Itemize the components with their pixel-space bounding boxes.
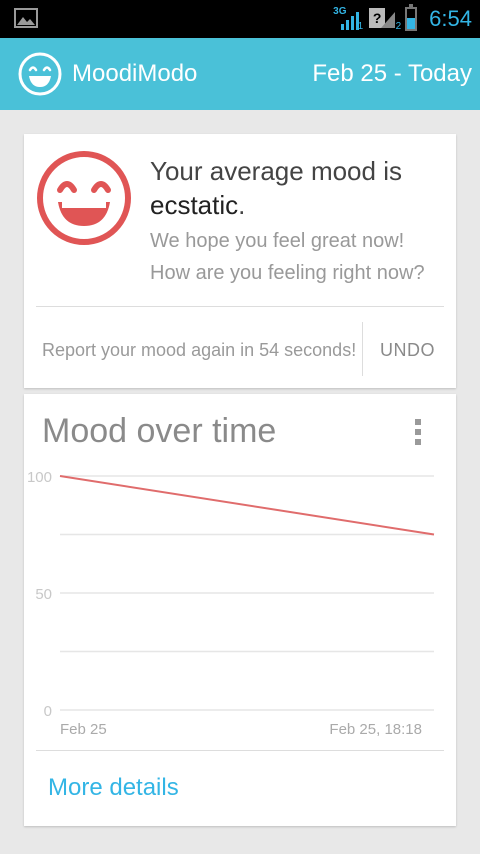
laughing-face-icon	[37, 151, 131, 245]
undo-button[interactable]: UNDO	[380, 340, 435, 361]
average-mood-value: ecstatic.	[150, 190, 245, 221]
y-tick-label: 0	[44, 703, 52, 720]
battery-icon	[405, 4, 418, 31]
y-tick-label: 50	[35, 586, 52, 603]
sim2-label: 2	[395, 21, 402, 32]
mood-line-chart: 100 50 0 Feb 25 Feb 25, 18:18	[27, 469, 435, 738]
average-mood-card: Your average mood is ecstatic. We hope y…	[24, 134, 456, 388]
x-tick-label: Feb 25	[60, 721, 107, 738]
y-tick-label: 100	[27, 469, 52, 486]
more-details-link[interactable]: More details	[48, 774, 179, 802]
smiley-face-icon[interactable]	[18, 52, 62, 96]
mood-series-line	[59, 475, 435, 536]
mood-over-time-card: Mood over time 100 50 0 Feb 25 Feb 25, 18:18…	[24, 394, 456, 826]
status-bar: 3G 1 ? 2 6:54	[0, 0, 480, 38]
sim2-no-signal-icon: ? 2	[367, 4, 401, 34]
image-notification-icon	[14, 8, 38, 28]
mood-word: ecstatic	[150, 190, 239, 220]
x-tick-label: Feb 25, 18:18	[329, 721, 422, 738]
card-divider	[36, 306, 444, 307]
average-mood-heading: Your average mood is	[150, 156, 402, 186]
mood-prompt: How are you feeling right now?	[150, 262, 425, 284]
app-bar: MoodiModo Feb 25 - Today	[0, 38, 480, 110]
app-title[interactable]: MoodiModo	[72, 60, 197, 88]
clock-time: 6:54	[429, 6, 472, 31]
card-divider	[36, 750, 444, 751]
vertical-divider	[362, 322, 363, 376]
signal-strength-icon: 3G 1	[333, 4, 363, 34]
report-countdown-text: Report your mood again in 54 seconds!	[42, 340, 357, 360]
mood-punct: .	[238, 190, 246, 220]
mood-message: We hope you feel great now!	[150, 230, 405, 252]
sim1-label: 1	[357, 21, 364, 32]
date-range-selector[interactable]: Feb 25 - Today	[312, 60, 472, 88]
